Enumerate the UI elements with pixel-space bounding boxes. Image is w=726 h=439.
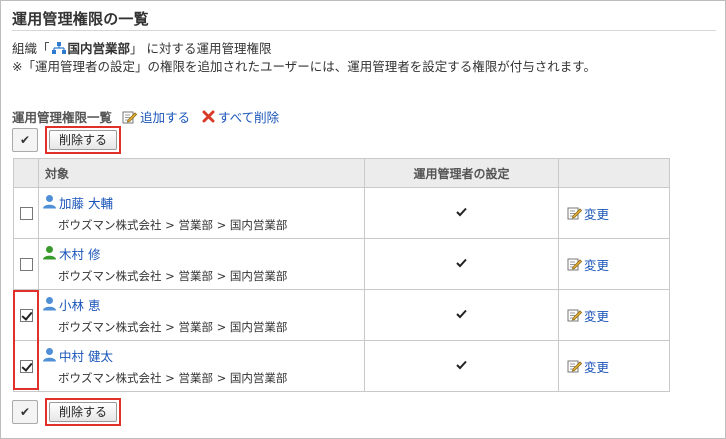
edit-pencil-icon [567, 359, 582, 373]
delete-button-highlight-top: 削除する [45, 126, 122, 154]
change-label: 変更 [584, 206, 610, 222]
change-link[interactable]: 変更 [567, 357, 669, 376]
add-link[interactable]: 追加する [122, 107, 190, 126]
action-cell: 変更 [558, 238, 670, 290]
change-link[interactable]: 変更 [567, 204, 669, 223]
setting-cell [364, 340, 559, 392]
row-checkbox[interactable] [19, 309, 33, 322]
edit-pencil-icon [567, 206, 582, 220]
edit-pencil-icon [567, 257, 582, 271]
org-description: 組織「 国内営業部」 に対する運用管理権限 [12, 38, 272, 58]
setting-cell [364, 187, 559, 239]
action-cell: 変更 [558, 289, 670, 341]
user-name-link[interactable]: 中村 健太 [59, 346, 113, 365]
user-org-path: ボウズマン株式会社 > 営業部 > 国内営業部 [58, 320, 288, 334]
user-name-link[interactable]: 加藤 大輔 [59, 193, 113, 212]
user-org-path: ボウズマン株式会社 > 営業部 > 国内営業部 [58, 218, 288, 232]
row-checkbox-cell [13, 289, 39, 341]
user-name-link[interactable]: 小林 恵 [59, 295, 100, 314]
action-cell: 変更 [558, 187, 670, 239]
delete-button-top[interactable]: 削除する [49, 130, 118, 150]
row-checkbox[interactable] [19, 360, 33, 373]
page-title: 運用管理権限の一覧 [12, 10, 149, 28]
table-row: 木村 修ボウズマン株式会社 > 営業部 > 国内営業部 変更 [13, 238, 670, 290]
row-checkbox[interactable] [19, 258, 33, 271]
checkmark-icon: ✔ [19, 133, 31, 147]
delete-button-bottom[interactable]: 削除する [49, 402, 118, 422]
header-target: 対象 [38, 158, 365, 188]
header-action [558, 158, 670, 188]
delete-all-link[interactable]: すべて削除 [202, 107, 279, 126]
delete-all-label: すべて削除 [218, 110, 280, 125]
granted-check-icon [456, 257, 467, 271]
edit-pencil-icon [122, 110, 138, 124]
user-icon [42, 347, 57, 365]
user-icon [42, 194, 57, 212]
org-prefix: 組織「 [12, 41, 50, 56]
title-divider [12, 30, 716, 31]
header-setting: 運用管理者の設定 [364, 158, 559, 188]
target-cell: 中村 健太ボウズマン株式会社 > 営業部 > 国内営業部 [38, 340, 365, 392]
target-cell: 小林 恵ボウズマン株式会社 > 営業部 > 国内営業部 [38, 289, 365, 341]
granted-check-icon [456, 206, 467, 220]
org-name: 国内営業部 [67, 41, 131, 56]
select-all-toggle-bottom[interactable]: ✔ [12, 400, 38, 424]
delete-x-icon [202, 110, 215, 123]
table-row: 中村 健太ボウズマン株式会社 > 営業部 > 国内営業部 変更 [13, 340, 670, 392]
section-title: 運用管理権限一覧 [12, 110, 113, 125]
top-toolbar: ✔ 削除する [12, 126, 122, 154]
granted-check-icon [456, 359, 467, 373]
change-link[interactable]: 変更 [567, 306, 669, 325]
section-header: 運用管理権限一覧 追加する すべて削除 [12, 107, 291, 126]
granted-check-icon [456, 308, 467, 322]
row-checkbox-cell [13, 187, 39, 239]
action-cell: 変更 [558, 340, 670, 392]
change-label: 変更 [584, 359, 610, 375]
table-header-row: 対象 運用管理者の設定 [13, 158, 670, 188]
user-icon [42, 245, 57, 263]
bottom-toolbar: ✔ 削除する [12, 398, 122, 426]
edit-pencil-icon [567, 308, 582, 322]
org-suffix: 」 に対する運用管理権限 [130, 41, 272, 56]
change-label: 変更 [584, 308, 610, 324]
user-org-path: ボウズマン株式会社 > 営業部 > 国内営業部 [58, 269, 288, 283]
add-label: 追加する [140, 110, 191, 125]
row-checkbox-cell [13, 238, 39, 290]
change-label: 変更 [584, 257, 610, 273]
change-link[interactable]: 変更 [567, 255, 669, 274]
target-cell: 加藤 大輔ボウズマン株式会社 > 営業部 > 国内営業部 [38, 187, 365, 239]
permission-table: 対象 運用管理者の設定 加藤 大輔ボウズマン株式会社 > 営業部 > 国内営業部… [13, 158, 670, 392]
header-checkbox-cell [13, 158, 39, 188]
user-icon [42, 296, 57, 314]
row-checkbox[interactable] [19, 207, 33, 220]
delete-button-highlight-bottom: 削除する [45, 398, 122, 426]
user-name-link[interactable]: 木村 修 [59, 244, 100, 263]
checkmark-icon: ✔ [19, 405, 31, 419]
permission-note: ※「運用管理者の設定」の権限を追加されたユーザーには、運用管理者を設定する権限が… [12, 59, 596, 74]
user-org-path: ボウズマン株式会社 > 営業部 > 国内営業部 [58, 371, 288, 385]
select-all-toggle-top[interactable]: ✔ [12, 128, 38, 152]
target-cell: 木村 修ボウズマン株式会社 > 営業部 > 国内営業部 [38, 238, 365, 290]
row-checkbox-cell [13, 340, 39, 392]
table-row: 加藤 大輔ボウズマン株式会社 > 営業部 > 国内営業部 変更 [13, 187, 670, 239]
table-row: 小林 恵ボウズマン株式会社 > 営業部 > 国内営業部 変更 [13, 289, 670, 341]
setting-cell [364, 238, 559, 290]
setting-cell [364, 289, 559, 341]
